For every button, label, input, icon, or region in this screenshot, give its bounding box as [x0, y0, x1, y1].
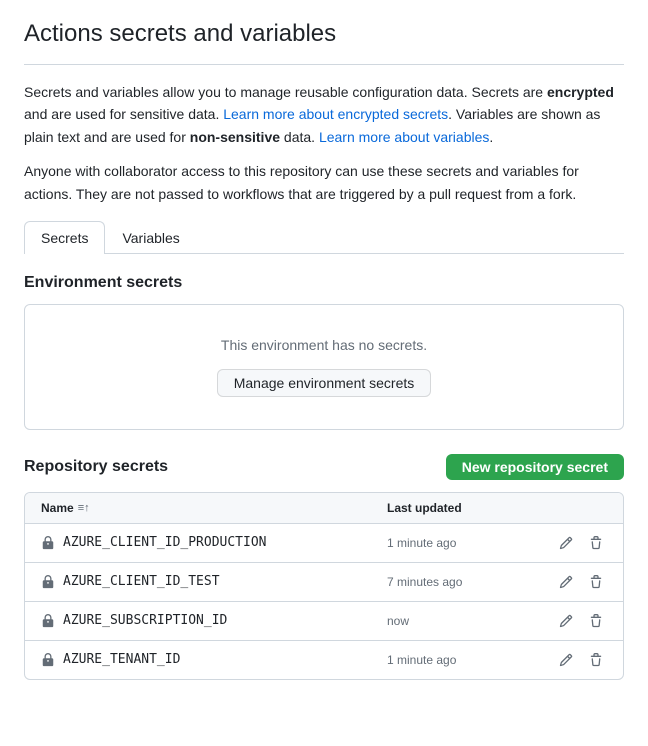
- delete-secret-button[interactable]: [585, 534, 607, 552]
- description-2: Anyone with collaborator access to this …: [24, 160, 624, 205]
- env-secrets-title: Environment secrets: [24, 274, 624, 292]
- table-row: AZURE_TENANT_ID 1 minute ago: [25, 641, 623, 679]
- edit-secret-button[interactable]: [555, 651, 577, 669]
- table-row: AZURE_CLIENT_ID_PRODUCTION 1 minute ago: [25, 524, 623, 563]
- row-name-col: AZURE_SUBSCRIPTION_ID: [41, 613, 387, 628]
- desc1-bold2: non-sensitive: [190, 129, 280, 145]
- desc1-end: data.: [280, 129, 319, 145]
- tab-secrets[interactable]: Secrets: [24, 221, 105, 254]
- desc1-plain: Secrets and variables allow you to manag…: [24, 84, 547, 100]
- env-secrets-box: This environment has no secrets. Manage …: [24, 304, 624, 430]
- col-name-header: Name ≡↑: [41, 501, 387, 515]
- trash-icon: [589, 575, 603, 589]
- desc1-bold: encrypted: [547, 84, 614, 100]
- repo-secrets-header: Repository secrets New repository secret: [24, 454, 624, 480]
- lock-icon: [41, 653, 55, 667]
- row-updated: 1 minute ago: [387, 536, 547, 550]
- tabs-container: Secrets Variables: [24, 221, 624, 254]
- row-actions: [547, 651, 607, 669]
- lock-icon: [41, 536, 55, 550]
- edit-secret-button[interactable]: [555, 534, 577, 552]
- delete-secret-button[interactable]: [585, 651, 607, 669]
- row-actions: [547, 534, 607, 552]
- tab-variables[interactable]: Variables: [105, 221, 196, 254]
- trash-icon: [589, 536, 603, 550]
- secret-name: AZURE_TENANT_ID: [63, 652, 180, 667]
- new-repository-secret-button[interactable]: New repository secret: [446, 454, 624, 480]
- row-name-col: AZURE_CLIENT_ID_TEST: [41, 574, 387, 589]
- sort-icon: ≡↑: [78, 502, 90, 514]
- table-row: AZURE_CLIENT_ID_TEST 7 minutes ago: [25, 563, 623, 602]
- row-updated: 1 minute ago: [387, 653, 547, 667]
- pencil-icon: [559, 614, 573, 628]
- row-name-col: AZURE_CLIENT_ID_PRODUCTION: [41, 535, 387, 550]
- description-1: Secrets and variables allow you to manag…: [24, 81, 624, 148]
- delete-secret-button[interactable]: [585, 573, 607, 591]
- table-row: AZURE_SUBSCRIPTION_ID now: [25, 602, 623, 641]
- edit-secret-button[interactable]: [555, 573, 577, 591]
- pencil-icon: [559, 653, 573, 667]
- secrets-table: Name ≡↑ Last updated AZURE_CLIENT_ID_PRO…: [24, 492, 624, 680]
- edit-secret-button[interactable]: [555, 612, 577, 630]
- pencil-icon: [559, 575, 573, 589]
- row-actions: [547, 573, 607, 591]
- encrypted-secrets-link[interactable]: Learn more about encrypted secrets: [223, 106, 448, 122]
- secret-name: AZURE_CLIENT_ID_PRODUCTION: [63, 535, 267, 550]
- trash-icon: [589, 614, 603, 628]
- row-actions: [547, 612, 607, 630]
- page-title: Actions secrets and variables: [24, 20, 624, 48]
- variables-link[interactable]: Learn more about variables: [319, 129, 489, 145]
- secret-name: AZURE_CLIENT_ID_TEST: [63, 574, 220, 589]
- lock-icon: [41, 614, 55, 628]
- row-updated: 7 minutes ago: [387, 575, 547, 589]
- row-name-col: AZURE_TENANT_ID: [41, 652, 387, 667]
- env-secrets-empty-message: This environment has no secrets.: [41, 337, 607, 353]
- trash-icon: [589, 653, 603, 667]
- pencil-icon: [559, 536, 573, 550]
- col-updated-header: Last updated: [387, 501, 547, 515]
- row-updated: now: [387, 614, 547, 628]
- repo-secrets-title: Repository secrets: [24, 458, 168, 476]
- lock-icon: [41, 575, 55, 589]
- secret-name: AZURE_SUBSCRIPTION_ID: [63, 613, 227, 628]
- desc1-after: and are used for sensitive data.: [24, 106, 223, 122]
- table-header: Name ≡↑ Last updated: [25, 493, 623, 524]
- header-divider: [24, 64, 624, 65]
- delete-secret-button[interactable]: [585, 612, 607, 630]
- manage-env-secrets-button[interactable]: Manage environment secrets: [217, 369, 432, 397]
